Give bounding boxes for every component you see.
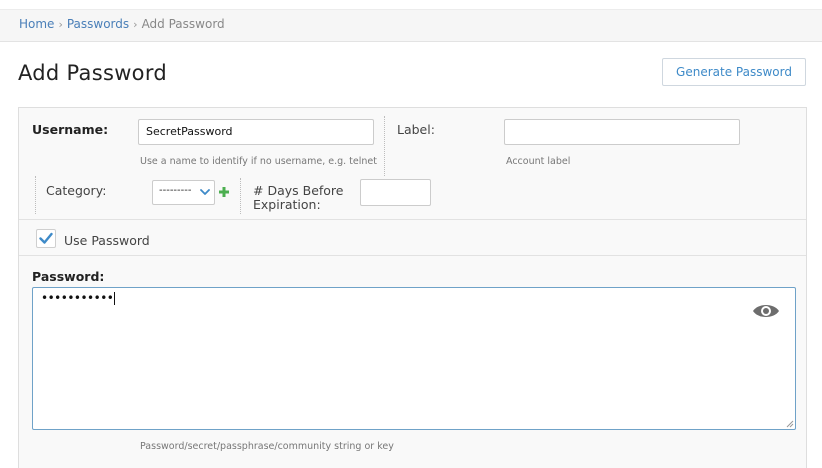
- plus-icon[interactable]: [219, 187, 229, 197]
- eye-icon[interactable]: [752, 301, 780, 321]
- section-divider: [19, 255, 806, 256]
- use-password-checkbox[interactable]: [36, 229, 56, 248]
- username-input[interactable]: SecretPassword: [138, 119, 374, 145]
- username-label: Username:: [32, 122, 109, 137]
- breadcrumb-current: Add Password: [141, 17, 225, 31]
- account-label-label: Label:: [397, 122, 435, 137]
- chevron-down-icon: [200, 189, 210, 195]
- use-password-label: Use Password: [64, 233, 150, 248]
- row-divider-left: [35, 176, 36, 214]
- page-title: Add Password: [18, 61, 168, 85]
- breadcrumb-passwords-link[interactable]: Passwords: [67, 17, 129, 31]
- column-divider: [240, 178, 241, 214]
- account-label-help-text: Account label: [506, 156, 571, 167]
- password-textarea[interactable]: •••••••••••: [32, 287, 796, 430]
- generate-password-button[interactable]: Generate Password: [662, 58, 806, 86]
- resize-handle-icon[interactable]: [786, 420, 794, 428]
- days-before-expiration-label-line2: Expiration:: [253, 197, 321, 212]
- password-help-text: Password/secret/passphrase/community str…: [140, 441, 394, 452]
- days-before-expiration-input[interactable]: [360, 179, 431, 206]
- category-label: Category:: [46, 183, 107, 198]
- breadcrumb-separator: ›: [133, 18, 138, 31]
- account-label-input[interactable]: [504, 119, 740, 145]
- section-divider: [19, 219, 806, 220]
- username-help-text: Use a name to identify if no username, e…: [140, 156, 377, 167]
- top-strip: [0, 0, 822, 10]
- category-selected-value: ---------: [159, 185, 192, 196]
- add-password-form: Username: SecretPassword Use a name to i…: [18, 107, 807, 468]
- password-masked-value: •••••••••••: [41, 291, 116, 305]
- breadcrumb: Home › Passwords › Add Password: [0, 10, 822, 42]
- category-select[interactable]: ---------: [152, 180, 215, 205]
- breadcrumb-separator: ›: [58, 18, 63, 31]
- breadcrumb-home-link[interactable]: Home: [19, 17, 54, 31]
- column-divider: [384, 116, 385, 176]
- password-label: Password:: [32, 269, 105, 284]
- checkmark-icon: [39, 232, 53, 244]
- days-before-expiration-label: # Days Before: [253, 183, 344, 198]
